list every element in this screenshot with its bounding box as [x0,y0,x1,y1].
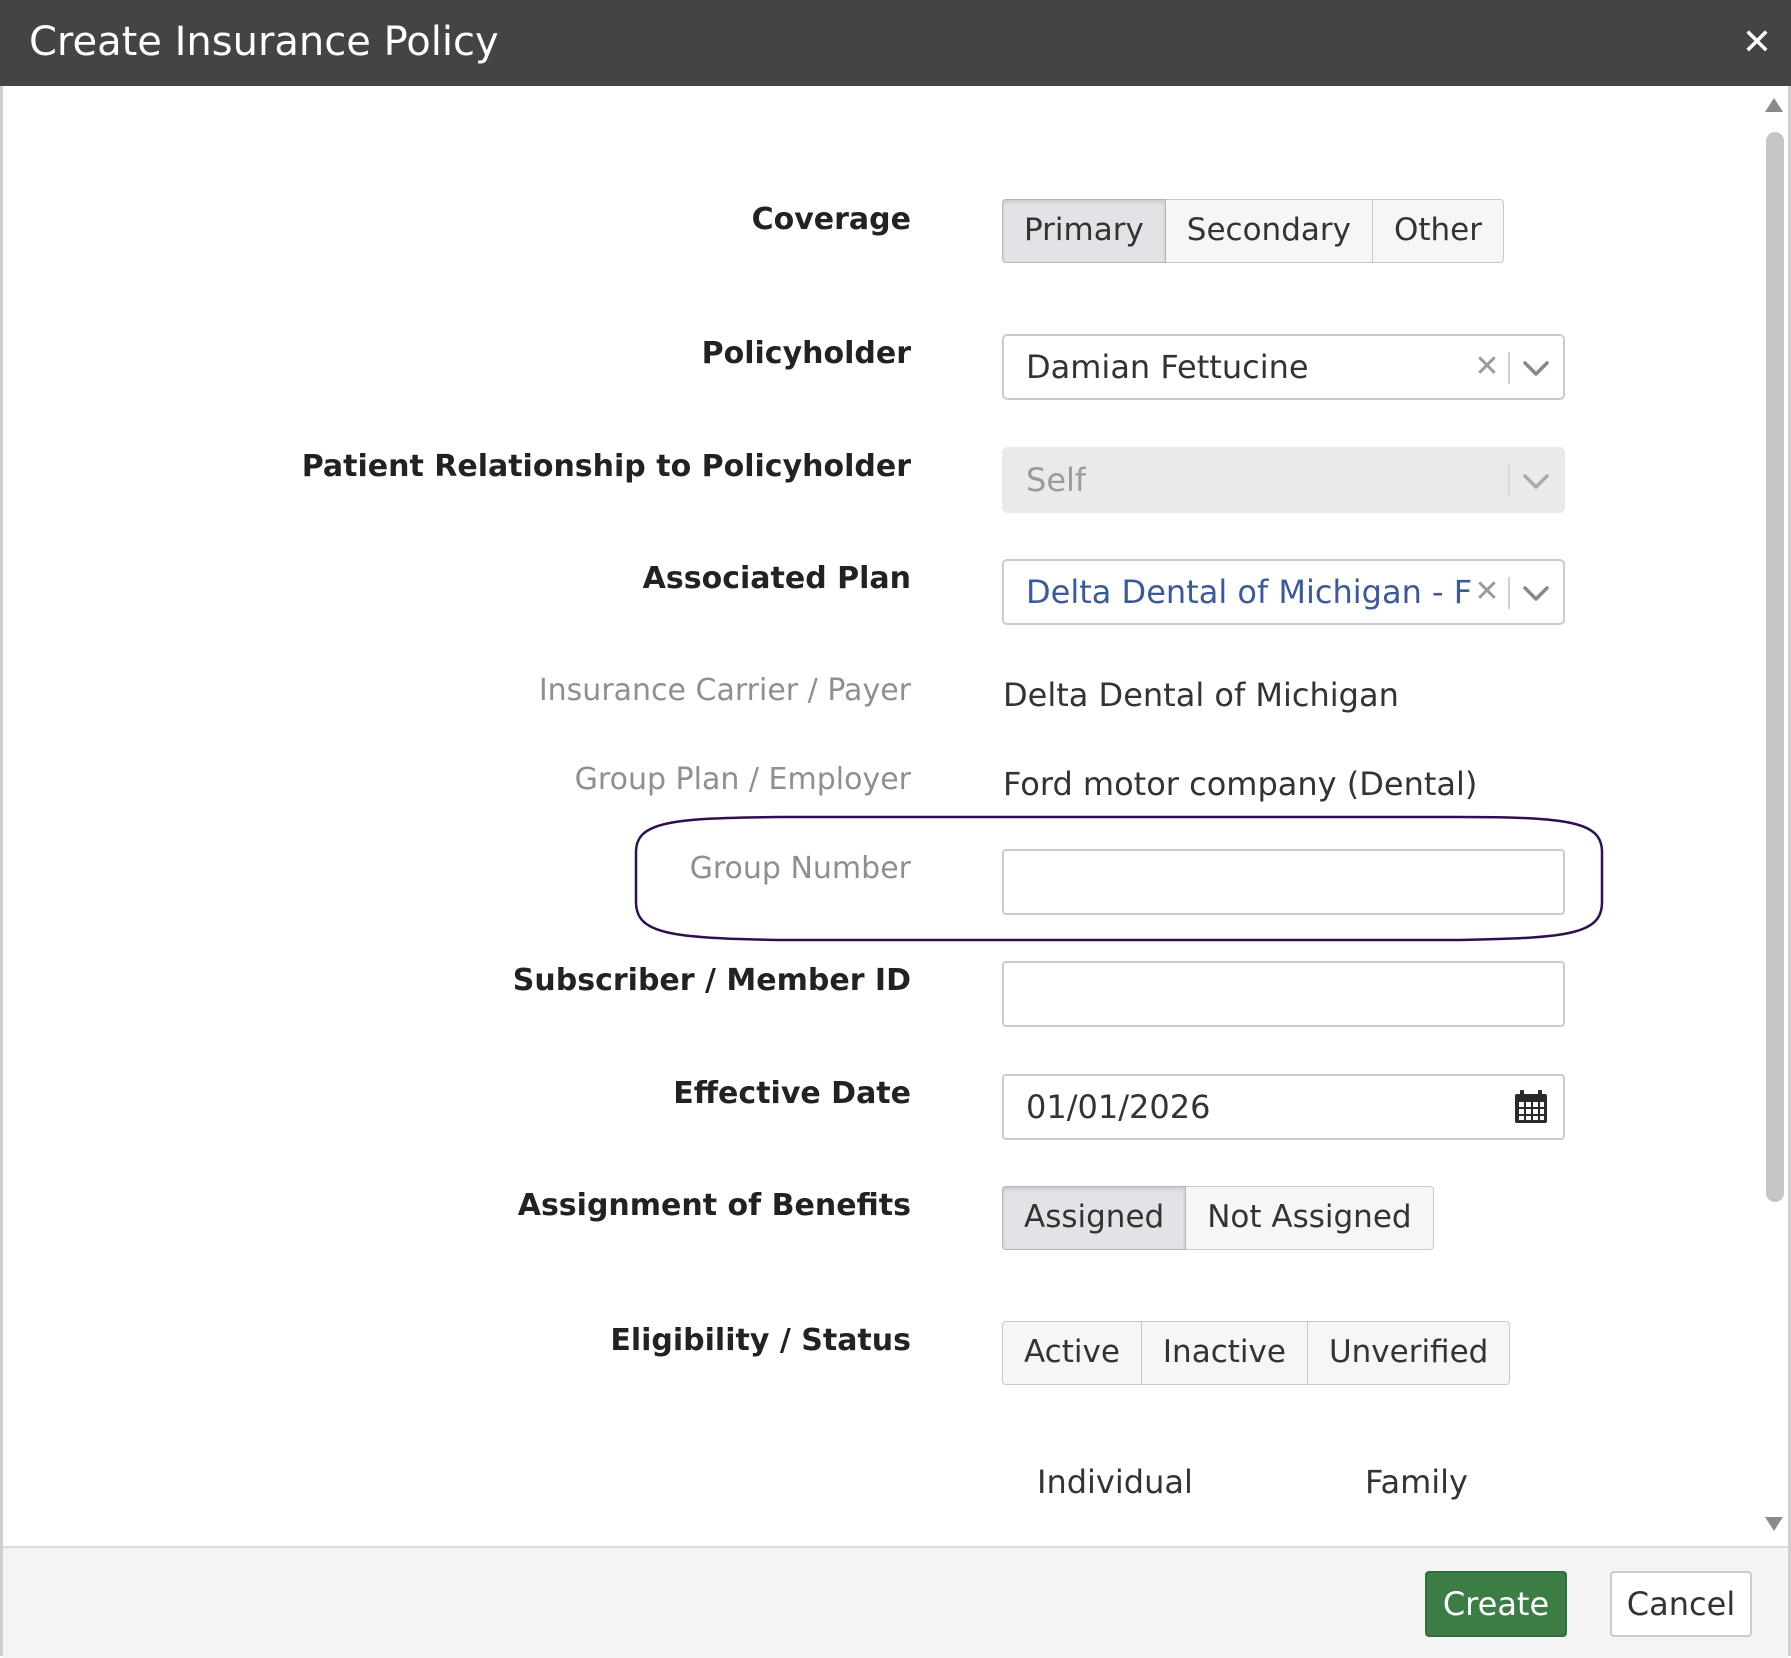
eligibility-label: Eligibility / Status [610,1323,911,1358]
create-button[interactable]: Create [1425,1571,1567,1637]
close-icon[interactable]: ✕ [1732,18,1782,68]
scroll-up-arrow-icon[interactable] [1764,97,1784,113]
member-id-input[interactable] [1002,961,1565,1027]
group-plan-label: Group Plan / Employer [574,762,911,797]
chevron-down-icon[interactable] [1518,575,1554,611]
group-number-input[interactable] [1002,849,1565,915]
carrier-value: Delta Dental of Michigan [1003,676,1399,714]
clear-icon[interactable]: ✕ [1472,346,1502,388]
eligibility-inactive-button[interactable]: Inactive [1141,1321,1308,1385]
group-number-label: Group Number [689,851,911,886]
associated-plan-value[interactable]: Delta Dental of Michigan - For [1026,571,1471,613]
assignment-label: Assignment of Benefits [517,1188,911,1223]
chevron-down-icon [1523,474,1549,489]
select-separator [1508,465,1510,497]
coverage-toggle-group: Primary Secondary Other [1002,199,1505,265]
scrollbar-thumb[interactable] [1766,132,1784,1202]
policyholder-label: Policyholder [701,336,911,371]
select-separator [1508,577,1510,609]
assigned-button[interactable]: Assigned [1002,1186,1187,1250]
coverage-label: Coverage [751,202,911,237]
policyholder-value: Damian Fettucine [1026,348,1309,386]
group-plan-value: Ford motor company (Dental) [1003,765,1478,803]
family-column-header: Family [1365,1463,1468,1501]
scroll-down-arrow-icon[interactable] [1764,1516,1784,1532]
associated-plan-label: Associated Plan [642,561,911,596]
cancel-button[interactable]: Cancel [1610,1571,1752,1637]
relationship-select: Self [1002,447,1565,513]
dialog-left-border [0,86,3,1656]
associated-plan-select[interactable]: Delta Dental of Michigan - For ✕ [1002,559,1565,625]
member-id-label: Subscriber / Member ID [512,963,911,998]
assignment-toggle-group: Assigned Not Assigned [1002,1186,1434,1252]
relationship-label: Patient Relationship to Policyholder [301,449,911,484]
coverage-other-button[interactable]: Other [1372,199,1505,263]
dialog-title: Create Insurance Policy [29,19,499,65]
eligibility-toggle-group: Active Inactive Unverified [1002,1321,1511,1387]
clear-icon[interactable]: ✕ [1472,571,1502,613]
individual-column-header: Individual [1037,1463,1193,1501]
policyholder-select[interactable]: Damian Fettucine ✕ [1002,334,1565,400]
coverage-secondary-button[interactable]: Secondary [1165,199,1373,263]
relationship-value: Self [1026,461,1087,499]
eligibility-unverified-button[interactable]: Unverified [1307,1321,1511,1385]
effective-date-label: Effective Date [673,1076,911,1111]
coverage-primary-button[interactable]: Primary [1002,199,1166,263]
effective-date-value: 01/01/2026 [1026,1088,1211,1126]
effective-date-input[interactable]: 01/01/2026 [1002,1074,1565,1140]
select-separator [1508,352,1510,384]
carrier-label: Insurance Carrier / Payer [538,673,911,708]
chevron-down-icon[interactable] [1518,350,1554,386]
eligibility-active-button[interactable]: Active [1002,1321,1142,1385]
calendar-icon[interactable] [1512,1088,1550,1126]
not-assigned-button[interactable]: Not Assigned [1186,1186,1434,1250]
